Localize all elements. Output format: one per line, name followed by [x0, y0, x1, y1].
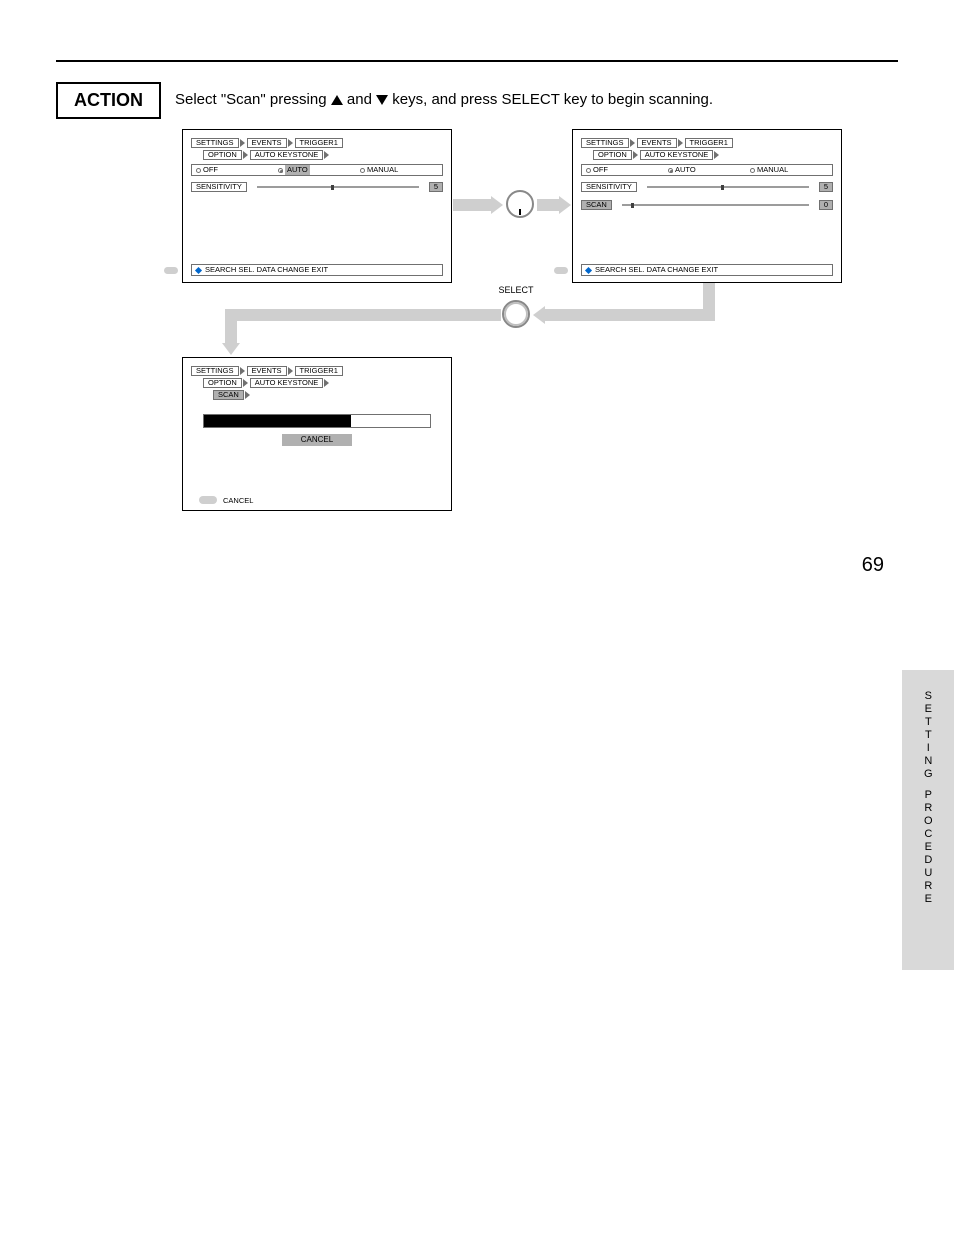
slider-label: SENSITIVITY — [581, 182, 637, 192]
chevron-right-icon — [288, 367, 293, 375]
instr-post: keys, and press SELECT key to begin scan… — [392, 91, 713, 108]
breadcrumb-b2: OPTION AUTO KEYSTONE — [581, 150, 833, 160]
chevron-right-icon — [714, 151, 719, 159]
action-label: ACTION — [56, 82, 161, 119]
radio-label: MANUAL — [757, 165, 788, 174]
side-tab-word: SETTING — [922, 690, 935, 781]
bc-seg: TRIGGER1 — [295, 138, 343, 148]
arrow-segment — [545, 309, 715, 321]
instr-mid: and — [347, 91, 376, 108]
bottom-hint-a: SEARCH SEL. DATA CHANGE EXIT — [191, 264, 443, 276]
side-tab: SETTING PROCEDURE — [902, 670, 954, 970]
bc-seg: OPTION — [203, 150, 242, 160]
chevron-right-icon — [288, 139, 293, 147]
radio-label: MANUAL — [367, 165, 398, 174]
slider-value: 0 — [819, 200, 833, 210]
pill-icon — [199, 496, 217, 504]
progress-block: CANCEL — [191, 414, 443, 446]
breadcrumb-a1: SETTINGS EVENTS TRIGGER1 — [191, 138, 443, 148]
bc-seg: EVENTS — [247, 138, 287, 148]
arrow-segment — [537, 199, 559, 211]
panel-c: SETTINGS EVENTS TRIGGER1 OPTION AUTO KEY… — [182, 357, 452, 511]
arrow-head-icon — [222, 343, 240, 355]
chevron-right-icon — [633, 151, 638, 159]
slider-row-a: SENSITIVITY 5 — [191, 182, 443, 192]
arrow-head-icon — [491, 196, 503, 214]
bc-seg: EVENTS — [637, 138, 677, 148]
chevron-right-icon — [678, 139, 683, 147]
select-button-icon: SELECT — [501, 299, 531, 329]
instruction-text: Select "Scan" pressing and keys, and pre… — [175, 90, 713, 110]
radio-row-a: OFF AUTO MANUAL — [191, 164, 443, 176]
breadcrumb-c1: SETTINGS EVENTS TRIGGER1 — [191, 366, 443, 376]
bc-seg: TRIGGER1 — [685, 138, 733, 148]
bc-seg: AUTO KEYSTONE — [640, 150, 714, 160]
arrow-head-icon — [559, 196, 571, 214]
bc-seg: OPTION — [593, 150, 632, 160]
chevron-right-icon — [324, 379, 329, 387]
select-label: SELECT — [499, 285, 534, 295]
radio-label: OFF — [203, 165, 218, 174]
chevron-right-icon — [630, 139, 635, 147]
slider-label: SCAN — [581, 200, 612, 210]
progress-bar — [203, 414, 431, 428]
chevron-right-icon — [324, 151, 329, 159]
down-arrow-icon — [376, 95, 388, 105]
chevron-right-icon — [240, 367, 245, 375]
bc-seg: TRIGGER1 — [295, 366, 343, 376]
radio-label: AUTO — [675, 165, 696, 174]
slider-value: 5 — [429, 182, 443, 192]
panel-a: SETTINGS EVENTS TRIGGER1 OPTION AUTO KEY… — [182, 129, 452, 283]
panel-b: SETTINGS EVENTS TRIGGER1 OPTION AUTO KEY… — [572, 129, 842, 283]
arrow-segment — [225, 309, 237, 345]
breadcrumb-c2: OPTION AUTO KEYSTONE — [191, 378, 443, 388]
arrow-segment — [225, 309, 501, 321]
diamond-icon — [585, 266, 592, 273]
bottom-text: SEARCH SEL. DATA CHANGE EXIT — [205, 265, 328, 274]
arrow-head-icon — [533, 306, 545, 324]
bc-seg: SCAN — [213, 390, 244, 400]
chevron-right-icon — [245, 391, 250, 399]
selector-knob-icon — [505, 189, 535, 219]
slider-value: 5 — [819, 182, 833, 192]
bc-seg: OPTION — [203, 378, 242, 388]
chevron-right-icon — [243, 379, 248, 387]
rule-top — [56, 60, 898, 62]
pill-icon — [554, 267, 568, 274]
bc-seg: SETTINGS — [191, 138, 239, 148]
up-arrow-icon — [331, 95, 343, 105]
bc-seg: SETTINGS — [581, 138, 629, 148]
diagram: SETTINGS EVENTS TRIGGER1 OPTION AUTO KEY… — [77, 129, 877, 549]
radio-label: AUTO — [285, 165, 310, 174]
bottom-text: SEARCH SEL. DATA CHANGE EXIT — [595, 265, 718, 274]
slider-row-b1: SENSITIVITY 5 — [581, 182, 833, 192]
arrow-segment — [453, 199, 491, 211]
chevron-right-icon — [243, 151, 248, 159]
bottom-hint-b: SEARCH SEL. DATA CHANGE EXIT — [581, 264, 833, 276]
instr-pre: Select "Scan" pressing — [175, 91, 331, 108]
bc-seg: AUTO KEYSTONE — [250, 378, 324, 388]
cancel-button[interactable]: CANCEL — [282, 434, 352, 446]
slider-label: SENSITIVITY — [191, 182, 247, 192]
radio-label: OFF — [593, 165, 608, 174]
bc-seg: AUTO KEYSTONE — [250, 150, 324, 160]
page-number: 69 — [862, 554, 884, 577]
breadcrumb-a2: OPTION AUTO KEYSTONE — [191, 150, 443, 160]
side-tab-word: PROCEDURE — [922, 789, 935, 906]
bc-seg: SETTINGS — [191, 366, 239, 376]
chevron-right-icon — [240, 139, 245, 147]
instruction-row: ACTION Select "Scan" pressing and keys, … — [56, 82, 898, 119]
bc-seg: EVENTS — [247, 366, 287, 376]
breadcrumb-c3: SCAN — [191, 390, 443, 400]
radio-row-b: OFF AUTO MANUAL — [581, 164, 833, 176]
breadcrumb-b1: SETTINGS EVENTS TRIGGER1 — [581, 138, 833, 148]
pill-icon — [164, 267, 178, 274]
diamond-icon — [195, 266, 202, 273]
slider-row-b2: SCAN 0 — [581, 200, 833, 210]
foot-text: CANCEL — [223, 496, 253, 505]
